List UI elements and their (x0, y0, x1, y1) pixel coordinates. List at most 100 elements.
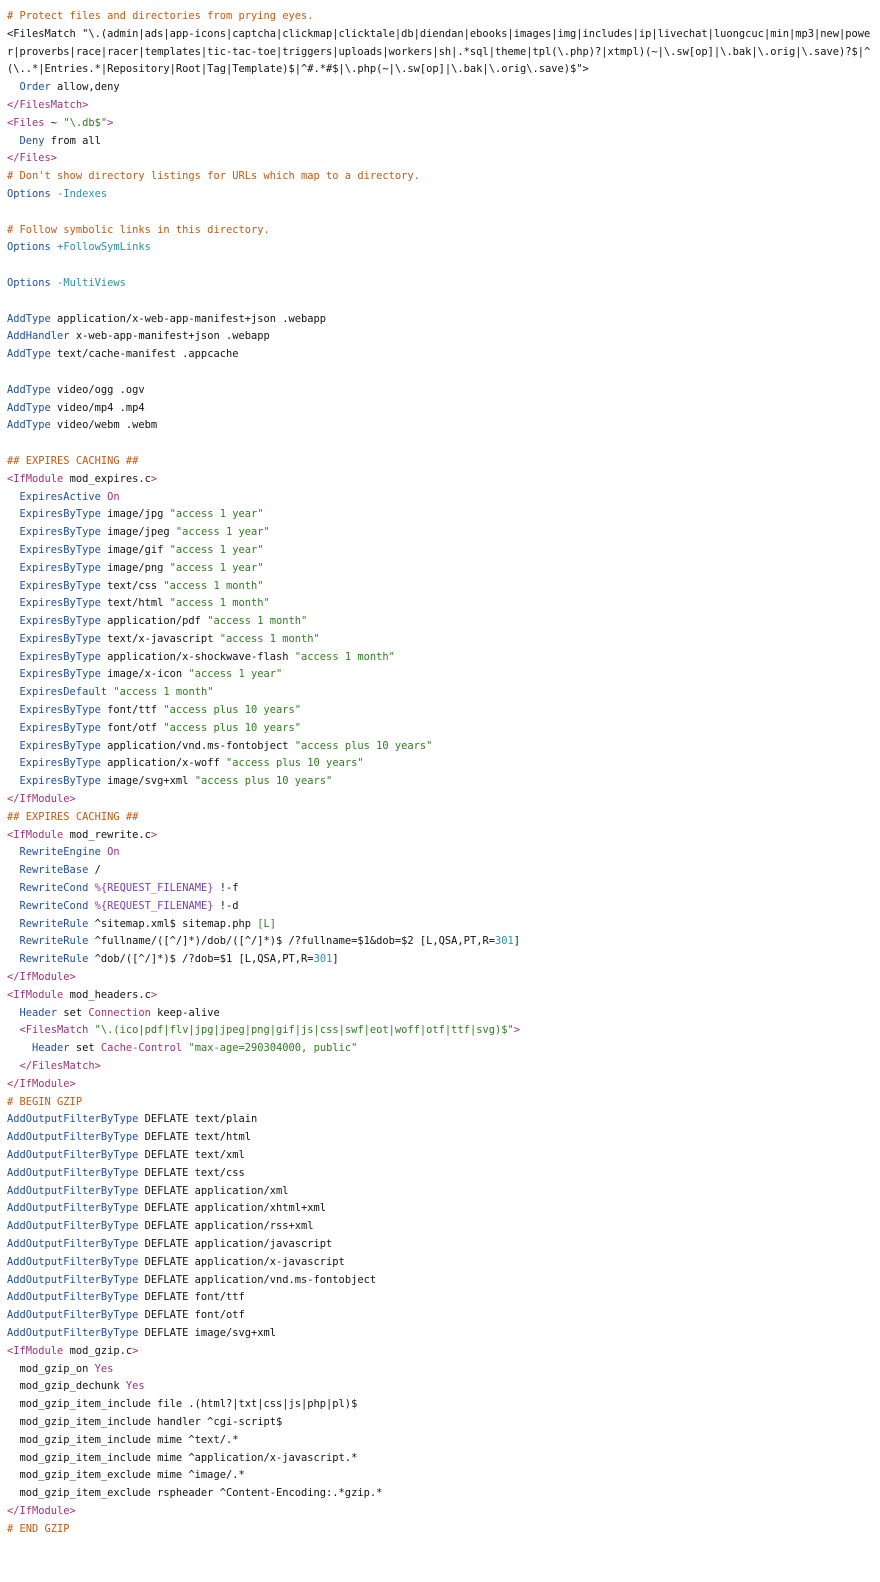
code-line: RewriteBase / (7, 862, 873, 880)
code-token: ExpiresByType (19, 579, 101, 592)
code-token: > (150, 472, 158, 485)
code-line: ## EXPIRES CACHING ## (7, 453, 873, 471)
code-token: DEFLATE text/css (138, 1166, 245, 1179)
code-token: </FilesMatch> (7, 98, 89, 111)
code-token: [L] (257, 917, 277, 930)
code-token: RewriteEngine (19, 846, 101, 859)
code-line: </IfModule> (7, 1503, 873, 1521)
code-token: "access 1 month" (163, 579, 264, 592)
code-token: allow,deny (50, 81, 120, 94)
code-token: ## EXPIRES CACHING ## (7, 810, 139, 823)
code-line: ## EXPIRES CACHING ## (7, 809, 873, 827)
code-token: image/x-icon (100, 668, 189, 681)
code-line: AddType video/webm .webm (7, 417, 873, 435)
code-token: set (57, 1006, 89, 1019)
code-line: AddOutputFilterByType DEFLATE font/otf (7, 1307, 873, 1325)
code-token: DEFLATE font/otf (138, 1309, 245, 1322)
code-token: "access plus 10 years" (163, 721, 302, 734)
code-token: DEFLATE application/xhtml+xml (138, 1202, 327, 1215)
code-line: ExpiresByType text/html "access 1 month" (7, 595, 873, 613)
code-line: AddType text/cache-manifest .appcache (7, 346, 873, 364)
code-line: ExpiresByType application/vnd.ms-fontobj… (7, 738, 873, 756)
code-line: </IfModule> (7, 791, 873, 809)
code-token: !-d (213, 899, 239, 912)
code-token: 301 (313, 953, 333, 966)
code-token: > (150, 828, 158, 841)
code-token: "access 1 month" (169, 597, 270, 610)
code-token: DEFLATE application/rss+xml (138, 1220, 314, 1233)
code-token: ExpiresByType (19, 739, 101, 752)
code-token: Options (7, 241, 51, 254)
code-line: ExpiresByType image/png "access 1 year" (7, 560, 873, 578)
code-token: </IfModule> (7, 1077, 76, 1090)
code-token: %{REQUEST_FILENAME} (94, 882, 214, 895)
code-line: # END GZIP (7, 1521, 873, 1539)
code-token: "access plus 10 years" (163, 704, 302, 717)
code-line: mod_gzip_item_include handler ^cgi-scrip… (7, 1414, 873, 1432)
code-token: x-web-app-manifest+json .webapp (69, 330, 270, 343)
code-token: RewriteBase (19, 864, 89, 877)
code-token: ~ (44, 116, 64, 129)
code-line: ExpiresByType text/css "access 1 month" (7, 578, 873, 596)
code-line: Deny from all (7, 133, 873, 151)
code-token: application/x-woff (100, 757, 226, 770)
code-token: Header (32, 1042, 70, 1055)
code-line: <IfModule mod_expires.c> (7, 471, 873, 489)
code-token: <IfModule (7, 828, 64, 841)
code-token: RewriteCond (19, 899, 89, 912)
code-line: RewriteEngine On (7, 844, 873, 862)
code-line: AddOutputFilterByType DEFLATE applicatio… (7, 1236, 873, 1254)
code-line: RewriteRule ^sitemap.xml$ sitemap.php [L… (7, 916, 873, 934)
code-token: RewriteRule (19, 935, 89, 948)
code-line: <Files ~ "\.db$"> (7, 115, 873, 133)
code-line: RewriteCond %{REQUEST_FILENAME} !-d (7, 898, 873, 916)
code-token: mod_gzip_item_include mime ^text/.* (7, 1433, 239, 1446)
code-token: ^dob/([^/]*)$ /?dob=$1 [L,QSA,PT,R= (88, 953, 314, 966)
code-token: ExpiresByType (19, 775, 101, 788)
code-line: <FilesMatch "\.(admin|ads|app-icons|capt… (7, 26, 873, 79)
code-token: mod_gzip_item_exclude mime ^image/.* (7, 1469, 245, 1482)
code-token: AddOutputFilterByType (7, 1273, 139, 1286)
code-line: ExpiresByType font/ttf "access plus 10 y… (7, 702, 873, 720)
code-line: </FilesMatch> (7, 1058, 873, 1076)
code-token: mod_gzip_item_include handler ^cgi-scrip… (7, 1415, 283, 1428)
code-line: AddOutputFilterByType DEFLATE font/ttf (7, 1289, 873, 1307)
code-token: mod_gzip_item_include mime ^application/… (7, 1451, 358, 1464)
code-token: # Protect files and directories from pry… (7, 10, 314, 22)
code-token: ExpiresByType (19, 561, 101, 574)
code-token: ExpiresByType (19, 668, 101, 681)
code-token: AddOutputFilterByType (7, 1255, 139, 1268)
code-token: ] (332, 953, 339, 966)
code-line: mod_gzip_item_exclude rspheader ^Content… (7, 1485, 873, 1503)
code-token: "access 1 month" (113, 686, 214, 699)
code-line: ExpiresByType font/otf "access plus 10 y… (7, 720, 873, 738)
code-line: mod_gzip_item_include file .(html?|txt|c… (7, 1396, 873, 1414)
code-token: "access 1 year" (188, 668, 283, 681)
code-token: mod_gzip_on (7, 1362, 95, 1375)
code-token: AddType (7, 312, 51, 325)
code-token: RewriteCond (19, 882, 89, 895)
code-token: "access 1 month" (294, 650, 395, 663)
code-token: text/html (100, 597, 170, 610)
code-line: Options -Indexes (7, 186, 873, 204)
code-line: Order allow,deny (7, 79, 873, 97)
code-line: ExpiresByType application/x-shockwave-fl… (7, 649, 873, 667)
code-token: AddOutputFilterByType (7, 1309, 139, 1322)
code-line: ExpiresByType application/pdf "access 1 … (7, 613, 873, 631)
code-token: Order (19, 81, 51, 94)
code-token: > (132, 1344, 139, 1357)
code-token: font/otf (100, 721, 164, 734)
